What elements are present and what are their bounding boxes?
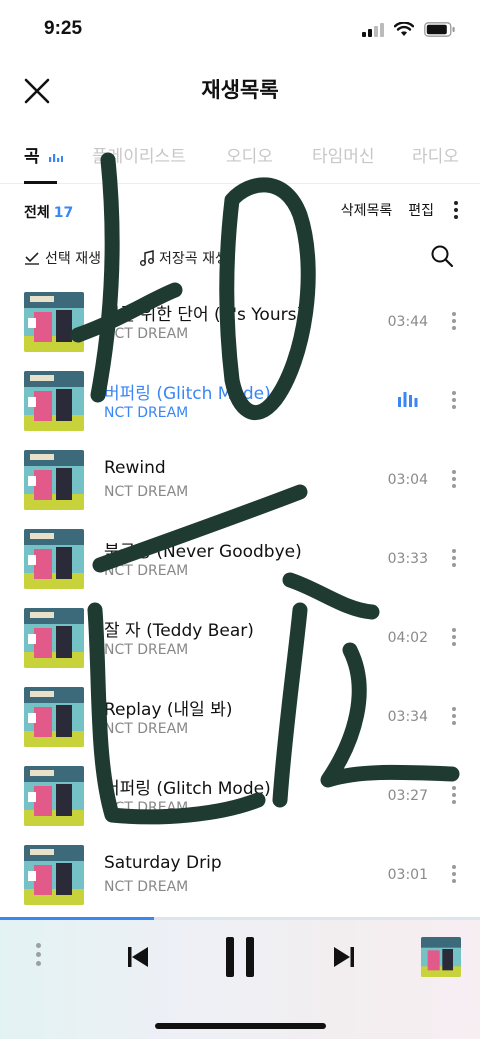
- track-row[interactable]: Replay (내일 봐) NCT DREAM 03:34: [0, 677, 480, 756]
- track-artist: NCT DREAM: [104, 800, 189, 816]
- track-more-icon[interactable]: [452, 865, 456, 883]
- total-label: 전체: [24, 205, 50, 221]
- now-playing-icon: [398, 392, 418, 407]
- tab-playlist[interactable]: 플레이리스트: [92, 142, 186, 167]
- status-time: 9:25: [44, 18, 83, 39]
- select-play-button[interactable]: 선택 재생: [24, 248, 101, 268]
- tab-songs[interactable]: 곡: [24, 142, 63, 167]
- track-more-icon[interactable]: [452, 707, 456, 725]
- check-icon: [25, 252, 39, 265]
- track-duration: 03:27: [387, 788, 428, 804]
- track-title: 버퍼링 (Glitch Mode): [104, 779, 271, 799]
- track-title: Replay (내일 봐): [104, 700, 233, 720]
- track-artist: NCT DREAM: [104, 563, 189, 579]
- progress-bar[interactable]: [0, 917, 480, 920]
- tab-bar: 곡 플레이리스트 오디오 타임머신 라디오: [0, 138, 480, 184]
- total-count-label: 전체 17: [24, 202, 73, 222]
- battery-icon: [424, 22, 455, 37]
- track-more-icon[interactable]: [452, 786, 456, 804]
- track-row[interactable]: 버퍼링 (Glitch Mode) NCT DREAM: [0, 361, 480, 440]
- album-art: [24, 687, 84, 747]
- track-title: 잘 자 (Teddy Bear): [104, 621, 254, 641]
- signal-icon: [362, 22, 384, 37]
- tab-timemachine[interactable]: 타임머신: [312, 142, 375, 167]
- player-more-icon[interactable]: [36, 943, 41, 966]
- track-more-icon[interactable]: [452, 628, 456, 646]
- tab-label: 곡: [24, 147, 40, 167]
- track-artist: NCT DREAM: [104, 642, 189, 658]
- home-indicator: [155, 1023, 326, 1029]
- list-toolbar: 전체 17 삭제목록 편집: [0, 196, 480, 228]
- track-artist: NCT DREAM: [104, 721, 189, 737]
- play-options-bar: 선택 재생 저장곡 재생: [0, 240, 480, 278]
- track-duration: 03:44: [387, 314, 428, 330]
- track-duration: 03:04: [387, 472, 428, 488]
- status-icons: [362, 22, 456, 37]
- track-artist: NCT DREAM: [104, 326, 189, 342]
- track-duration: 04:02: [387, 630, 428, 646]
- edit-button[interactable]: 편집: [408, 200, 434, 220]
- track-title: 너를 위한 단어 (It's Yours): [104, 305, 302, 325]
- album-art: [24, 292, 84, 352]
- search-button[interactable]: [430, 244, 454, 272]
- track-title: 버퍼링 (Glitch Mode): [104, 384, 271, 404]
- next-button[interactable]: [332, 945, 356, 973]
- previous-icon[interactable]: [126, 945, 150, 969]
- saved-play-button[interactable]: 저장곡 재생: [140, 248, 228, 268]
- progress-fill: [0, 917, 154, 920]
- track-duration: 03:01: [387, 867, 428, 883]
- track-duration: 03:34: [387, 709, 428, 725]
- pause-button[interactable]: [224, 937, 256, 981]
- album-art: [24, 529, 84, 589]
- track-more-icon[interactable]: [452, 549, 456, 567]
- track-duration: 03:33: [387, 551, 428, 567]
- track-row[interactable]: Saturday Drip NCT DREAM 03:01: [0, 835, 480, 914]
- status-bar: 9:25: [0, 0, 480, 60]
- saved-list-button[interactable]: 삭제목록: [341, 200, 393, 220]
- search-icon[interactable]: [430, 244, 454, 268]
- tab-underline: [24, 181, 57, 184]
- track-row[interactable]: 북극성 (Never Goodbye) NCT DREAM 03:33: [0, 519, 480, 598]
- saved-play-label: 저장곡 재생: [159, 251, 228, 267]
- track-title: 북극성 (Never Goodbye): [104, 542, 302, 562]
- album-art: [24, 450, 84, 510]
- track-more-icon[interactable]: [452, 312, 456, 330]
- track-artist: NCT DREAM: [104, 879, 189, 895]
- track-row[interactable]: 너를 위한 단어 (It's Yours) NCT DREAM 03:44: [0, 282, 480, 361]
- previous-button[interactable]: [126, 945, 150, 973]
- more-options-icon[interactable]: [450, 201, 462, 219]
- toolbar-actions: 삭제목록 편집: [341, 200, 462, 220]
- music-note-icon: [140, 250, 154, 266]
- total-count: 17: [53, 205, 74, 221]
- header: 재생목록: [0, 60, 480, 120]
- tab-radio[interactable]: 라디오: [412, 142, 459, 167]
- pause-icon[interactable]: [224, 937, 256, 977]
- track-more-icon[interactable]: [452, 470, 456, 488]
- album-art: [24, 845, 84, 905]
- track-artist: NCT DREAM: [104, 484, 189, 500]
- equalizer-icon: [48, 154, 63, 162]
- album-art: [24, 371, 84, 431]
- track-row[interactable]: 버퍼링 (Glitch Mode) NCT DREAM 03:27: [0, 756, 480, 835]
- tab-audio[interactable]: 오디오: [226, 142, 273, 167]
- album-art: [24, 608, 84, 668]
- track-row[interactable]: 잘 자 (Teddy Bear) NCT DREAM 04:02: [0, 598, 480, 677]
- track-title: Saturday Drip: [104, 853, 222, 873]
- track-row[interactable]: Rewind NCT DREAM 03:04: [0, 440, 480, 519]
- select-play-label: 선택 재생: [45, 251, 101, 267]
- track-title: Rewind: [104, 458, 166, 478]
- next-icon[interactable]: [332, 945, 356, 969]
- now-playing-album-art[interactable]: [421, 937, 461, 977]
- mini-player: [0, 917, 480, 1039]
- track-artist: NCT DREAM: [104, 405, 189, 421]
- track-more-icon[interactable]: [452, 391, 456, 409]
- wifi-icon: [394, 22, 414, 36]
- album-art: [24, 766, 84, 826]
- page-title: 재생목록: [201, 78, 279, 102]
